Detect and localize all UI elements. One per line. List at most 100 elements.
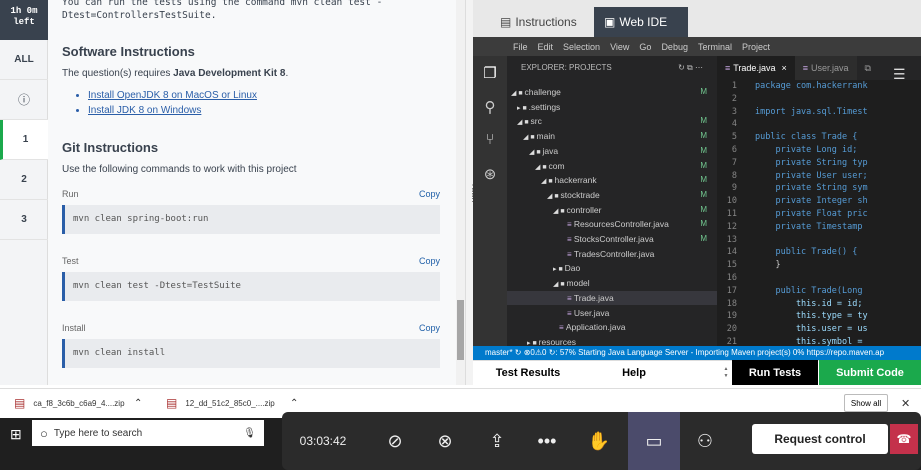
line-number: 3 xyxy=(731,106,737,117)
test-results-tab[interactable]: Test Results xyxy=(473,360,583,385)
share-screen-icon[interactable]: ⇪ xyxy=(480,412,514,470)
tree-item[interactable]: ◢ ■ hackerrank M xyxy=(507,173,717,188)
folder-open-icon: ◢ ■ xyxy=(517,119,531,127)
tree-item[interactable]: ≡ Application.java xyxy=(507,320,717,335)
nav-question-3[interactable]: 3 xyxy=(0,200,48,240)
tree-item[interactable]: ◢ ■ model xyxy=(507,276,717,291)
chat-icon[interactable]: ▭ xyxy=(628,412,680,470)
code-line: 13 xyxy=(717,234,921,247)
tree-item[interactable]: ≡ ResourcesController.java M xyxy=(507,217,717,232)
folder-open-icon: ◢ ■ xyxy=(523,134,537,142)
split-editor-icon[interactable]: ⧉ xyxy=(856,56,879,80)
tree-item[interactable]: ◢ ■ main M xyxy=(507,129,717,144)
panel-resize-handle[interactable]: ⋮⋮⋮ xyxy=(465,0,477,385)
menu-edit[interactable]: Edit xyxy=(538,42,554,52)
install-command: mvn clean install xyxy=(62,339,440,368)
show-all-button[interactable]: Show all xyxy=(844,394,888,412)
tree-item[interactable]: ≡ StocksController.java M xyxy=(507,232,717,247)
editor-tab-user[interactable]: ≡ User.java xyxy=(794,56,857,80)
code-line: 15 } xyxy=(717,259,921,272)
code-line: 19 this.type = ty xyxy=(717,310,921,323)
help-tab[interactable]: Help xyxy=(590,360,678,385)
tree-item-label: ResourcesController.java xyxy=(573,219,669,230)
line-number: 9 xyxy=(731,183,737,194)
menu-debug[interactable]: Debug xyxy=(661,42,688,52)
java-file-icon: ≡ xyxy=(567,235,574,244)
close-tab-icon[interactable]: × xyxy=(781,63,786,73)
editor-tabs: ≡ Trade.java × ≡ User.java ⧉ xyxy=(717,56,921,80)
git-heading: Git Instructions xyxy=(62,140,159,155)
run-tests-button[interactable]: Run Tests xyxy=(732,360,818,385)
openjdk-link[interactable]: Install OpenJDK 8 on MacOS or Linux xyxy=(88,88,440,103)
explorer-actions-icon[interactable]: ↻ ⧉ ⋯ xyxy=(678,63,703,72)
book-icon: ▤ xyxy=(500,15,512,29)
tree-item[interactable]: ≡ Trade.java xyxy=(507,290,717,306)
tree-item[interactable]: ▸ ■ .settings xyxy=(507,100,717,115)
taskbar-search[interactable]: ○ Type here to search 🎙 xyxy=(32,420,264,446)
tree-item[interactable]: ◢ ■ src M xyxy=(507,114,717,129)
more-icon[interactable]: ••• xyxy=(530,412,564,470)
line-text: private Integer sh xyxy=(755,196,868,207)
tree-item[interactable]: ◢ ■ controller M xyxy=(507,203,717,218)
submit-code-button[interactable]: Submit Code xyxy=(819,360,921,385)
meeting-timer: 03:03:42 xyxy=(299,434,347,448)
install-command-header: Install Copy xyxy=(62,323,440,333)
menu-file[interactable]: File xyxy=(513,42,528,52)
tree-item-label: controller xyxy=(566,204,602,215)
tree-item[interactable]: ◢ ■ stocktrade M xyxy=(507,188,717,203)
leave-call-icon[interactable]: ☎ xyxy=(890,424,918,454)
tab-web-ide[interactable]: ▣ Web IDE xyxy=(594,7,688,37)
request-control-button[interactable]: Request control xyxy=(752,424,888,454)
mic-off-icon[interactable]: ⊗ xyxy=(428,412,462,470)
debug-icon[interactable]: ⊛ xyxy=(473,165,507,183)
download-item-2[interactable]: ▤ 12_dd_51c2_85c0_....zip xyxy=(166,388,275,418)
copy-install-button[interactable]: Copy xyxy=(419,323,440,333)
git-modified-badge: M xyxy=(700,116,707,126)
menu-terminal[interactable]: Terminal xyxy=(698,42,732,52)
tree-item[interactable]: ◢ ■ challenge M xyxy=(507,85,717,100)
menu-go[interactable]: Go xyxy=(639,42,651,52)
software-heading: Software Instructions xyxy=(62,44,195,59)
nav-question-1[interactable]: 1 xyxy=(0,120,48,160)
nav-all-button[interactable]: ALL xyxy=(0,40,48,80)
line-text: public Trade(Long xyxy=(755,285,863,296)
windows-start-icon[interactable]: ⊞ xyxy=(10,426,22,443)
download-item-1[interactable]: ▤ ca_f8_3c6b_c6a9_4....zip xyxy=(14,388,125,418)
tree-item-label: model xyxy=(566,278,590,289)
menu-project[interactable]: Project xyxy=(742,42,770,52)
tree-item[interactable]: ≡ User.java xyxy=(507,306,717,321)
line-number: 2 xyxy=(731,93,737,104)
raise-hand-icon[interactable]: ✋ xyxy=(582,412,616,470)
tree-item-label: .settings xyxy=(528,101,561,112)
microphone-icon[interactable]: 🎙 xyxy=(243,428,256,439)
tree-item-label: com xyxy=(548,160,565,171)
copy-run-button[interactable]: Copy xyxy=(419,189,440,199)
tree-item-label: Dao xyxy=(564,263,581,274)
line-number: 18 xyxy=(726,298,737,309)
bottom-panel-arrows-icon[interactable]: ▲ ▼ xyxy=(722,362,730,384)
jdk-windows-link[interactable]: Install JDK 8 on Windows xyxy=(88,103,440,118)
files-icon[interactable]: ❐ xyxy=(473,64,507,82)
instructions-scrollbar[interactable] xyxy=(456,0,465,385)
copy-test-button[interactable]: Copy xyxy=(419,256,440,266)
git-text: Use the following commands to work with … xyxy=(62,164,297,175)
menu-selection[interactable]: Selection xyxy=(563,42,600,52)
search-icon[interactable]: ⚲ xyxy=(473,98,507,116)
download-1-menu-icon[interactable]: ⌃ xyxy=(134,388,142,418)
editor-tab-trade[interactable]: ≡ Trade.java × xyxy=(717,56,795,80)
folder-open-icon: ◢ ■ xyxy=(553,207,567,215)
code-line: 7 private String typ xyxy=(717,157,921,170)
info-icon[interactable]: ⓘ xyxy=(0,80,48,120)
tree-item[interactable]: ◢ ■ java M xyxy=(507,144,717,159)
tab-instructions[interactable]: ▤ Instructions xyxy=(490,7,587,37)
tree-item[interactable]: ▸ ■ Dao xyxy=(507,261,717,276)
tree-item[interactable]: ◢ ■ com M xyxy=(507,159,717,174)
nav-question-2[interactable]: 2 xyxy=(0,160,48,200)
tree-item[interactable]: ≡ TradesController.java xyxy=(507,247,717,262)
source-control-icon[interactable]: ⑂ xyxy=(473,131,507,148)
camera-off-icon[interactable]: ⊘ xyxy=(378,412,412,470)
code-line: 8 private User user; xyxy=(717,170,921,183)
menu-view[interactable]: View xyxy=(610,42,629,52)
participants-icon[interactable]: ⚇ xyxy=(688,412,722,470)
scrollbar-thumb[interactable] xyxy=(457,300,464,360)
